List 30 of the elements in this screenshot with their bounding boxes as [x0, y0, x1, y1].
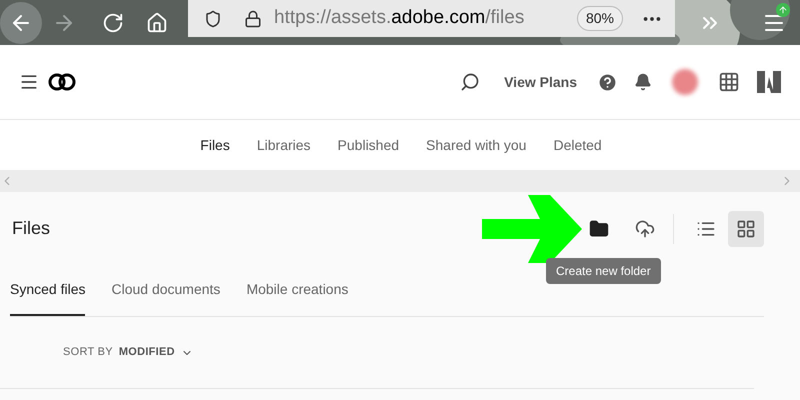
sub-tab[interactable]: Cloud documents [111, 265, 220, 316]
zoom-badge[interactable]: 80% [576, 6, 623, 31]
view-plans-link[interactable]: View Plans [504, 72, 577, 92]
sub-tab[interactable]: Mobile creations [246, 265, 348, 316]
grid-view-button[interactable] [728, 210, 764, 246]
nav-tab[interactable]: Shared with you [426, 134, 526, 156]
sort-dropdown[interactable]: MODIFIED [118, 344, 193, 361]
logo-icon[interactable] [757, 71, 781, 93]
sub-tab[interactable]: Synced files [10, 265, 86, 316]
logo-icon [48, 72, 76, 92]
lock-icon [244, 10, 262, 28]
folder-icon [589, 218, 609, 238]
nav-tab[interactable]: Libraries [256, 134, 311, 156]
bell-icon[interactable] [634, 73, 652, 91]
address-bar[interactable]: https://assets.adobe.com/files 80% [188, 0, 675, 37]
nav-tab[interactable]: Files [200, 134, 230, 156]
nav-tab[interactable]: Published [338, 134, 400, 156]
tooltip: Create new folder [546, 258, 661, 284]
nav-tab[interactable]: Deleted [553, 134, 602, 156]
reload-button[interactable] [102, 12, 124, 34]
page-title: Files [12, 217, 50, 240]
apps-icon[interactable] [718, 71, 740, 93]
cloud-upload-icon [635, 218, 655, 238]
url-text: https://assets.adobe.com/files [274, 6, 524, 30]
grid-icon [736, 218, 756, 238]
shield-icon [204, 10, 222, 28]
search-icon[interactable] [460, 72, 480, 92]
help-icon[interactable] [597, 72, 618, 92]
home-button[interactable] [146, 12, 168, 34]
sort-label: SORT BY [63, 345, 113, 360]
